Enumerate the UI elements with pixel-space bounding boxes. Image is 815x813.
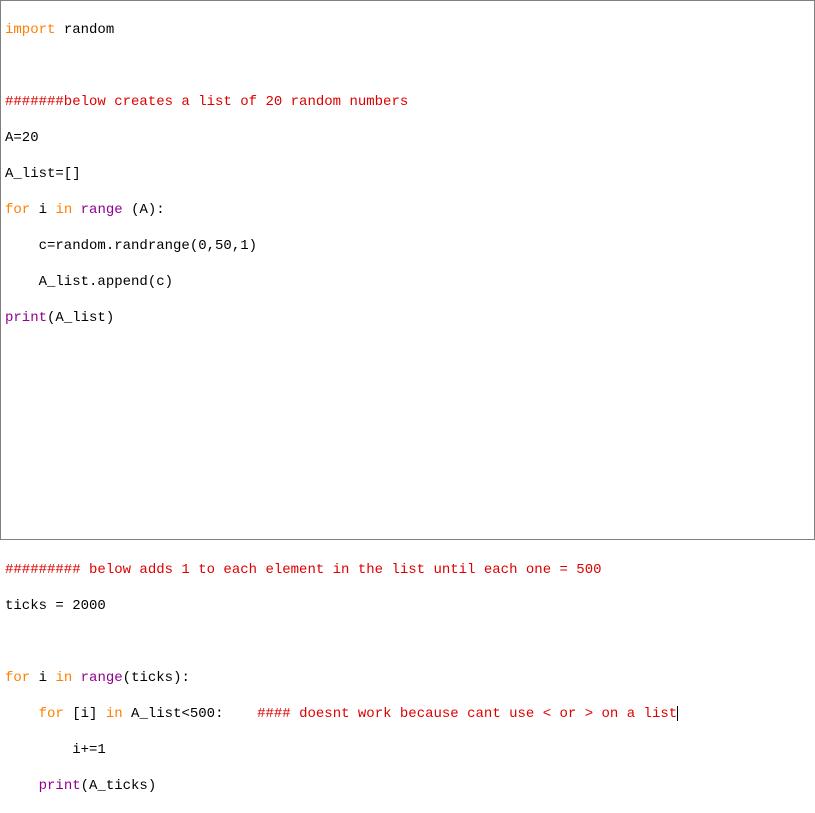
code-text: A_list<500: <box>123 706 257 722</box>
comment: #######below creates a list of 20 random… <box>5 94 408 110</box>
code-text <box>5 778 39 794</box>
builtin-range: range <box>72 670 122 686</box>
code-line[interactable] <box>5 381 810 399</box>
builtin-print: print <box>39 778 81 794</box>
code-text: [i] <box>64 706 106 722</box>
code-text: ticks = 2000 <box>5 598 106 614</box>
code-text: i <box>30 202 55 218</box>
code-text: c=random.randrange(0,50,1) <box>5 238 257 254</box>
code-line[interactable]: for i in range(ticks): <box>5 669 810 687</box>
text-cursor <box>677 706 678 721</box>
code-text: i <box>30 670 55 686</box>
code-line[interactable]: c=random.randrange(0,50,1) <box>5 237 810 255</box>
code-line[interactable]: print(A_ticks) <box>5 777 810 795</box>
keyword-for: for <box>5 670 30 686</box>
keyword-in: in <box>55 202 72 218</box>
code-line[interactable]: A_list=[] <box>5 165 810 183</box>
module-name: random <box>55 22 114 38</box>
comment: ######### below adds 1 to each element i… <box>5 562 602 578</box>
code-text: (A): <box>123 202 165 218</box>
code-line[interactable] <box>5 633 810 651</box>
code-line[interactable]: for [i] in A_list<500: #### doesnt work … <box>5 705 810 723</box>
code-line[interactable]: for i in range (A): <box>5 201 810 219</box>
keyword-in: in <box>55 670 72 686</box>
code-line[interactable] <box>5 417 810 435</box>
code-line[interactable]: i+=1 <box>5 741 810 759</box>
code-text: (A_ticks) <box>81 778 157 794</box>
code-text: i+=1 <box>5 742 106 758</box>
code-line[interactable]: #######below creates a list of 20 random… <box>5 93 810 111</box>
code-line[interactable]: A=20 <box>5 129 810 147</box>
code-line[interactable]: import random <box>5 21 810 39</box>
code-line[interactable] <box>5 345 810 363</box>
code-editor[interactable]: import random #######below creates a lis… <box>0 0 815 540</box>
code-text: (A_list) <box>47 310 114 326</box>
keyword-import: import <box>5 22 55 38</box>
code-text: (ticks): <box>123 670 190 686</box>
code-text: A_list=[] <box>5 166 81 182</box>
code-text: A_list.append(c) <box>5 274 173 290</box>
code-line[interactable]: ticks = 2000 <box>5 597 810 615</box>
comment: #### doesnt work because cant use < or >… <box>257 706 677 722</box>
keyword-for: for <box>39 706 64 722</box>
code-text: A=20 <box>5 130 39 146</box>
keyword-in: in <box>106 706 123 722</box>
code-line[interactable]: A_list.append(c) <box>5 273 810 291</box>
code-line[interactable]: ######### below adds 1 to each element i… <box>5 561 810 579</box>
builtin-print: print <box>5 310 47 326</box>
builtin-range: range <box>72 202 122 218</box>
keyword-for: for <box>5 202 30 218</box>
code-line[interactable] <box>5 489 810 507</box>
code-line[interactable] <box>5 57 810 75</box>
code-line[interactable] <box>5 453 810 471</box>
code-line[interactable] <box>5 525 810 543</box>
code-text <box>5 706 39 722</box>
code-line[interactable]: print(A_list) <box>5 309 810 327</box>
